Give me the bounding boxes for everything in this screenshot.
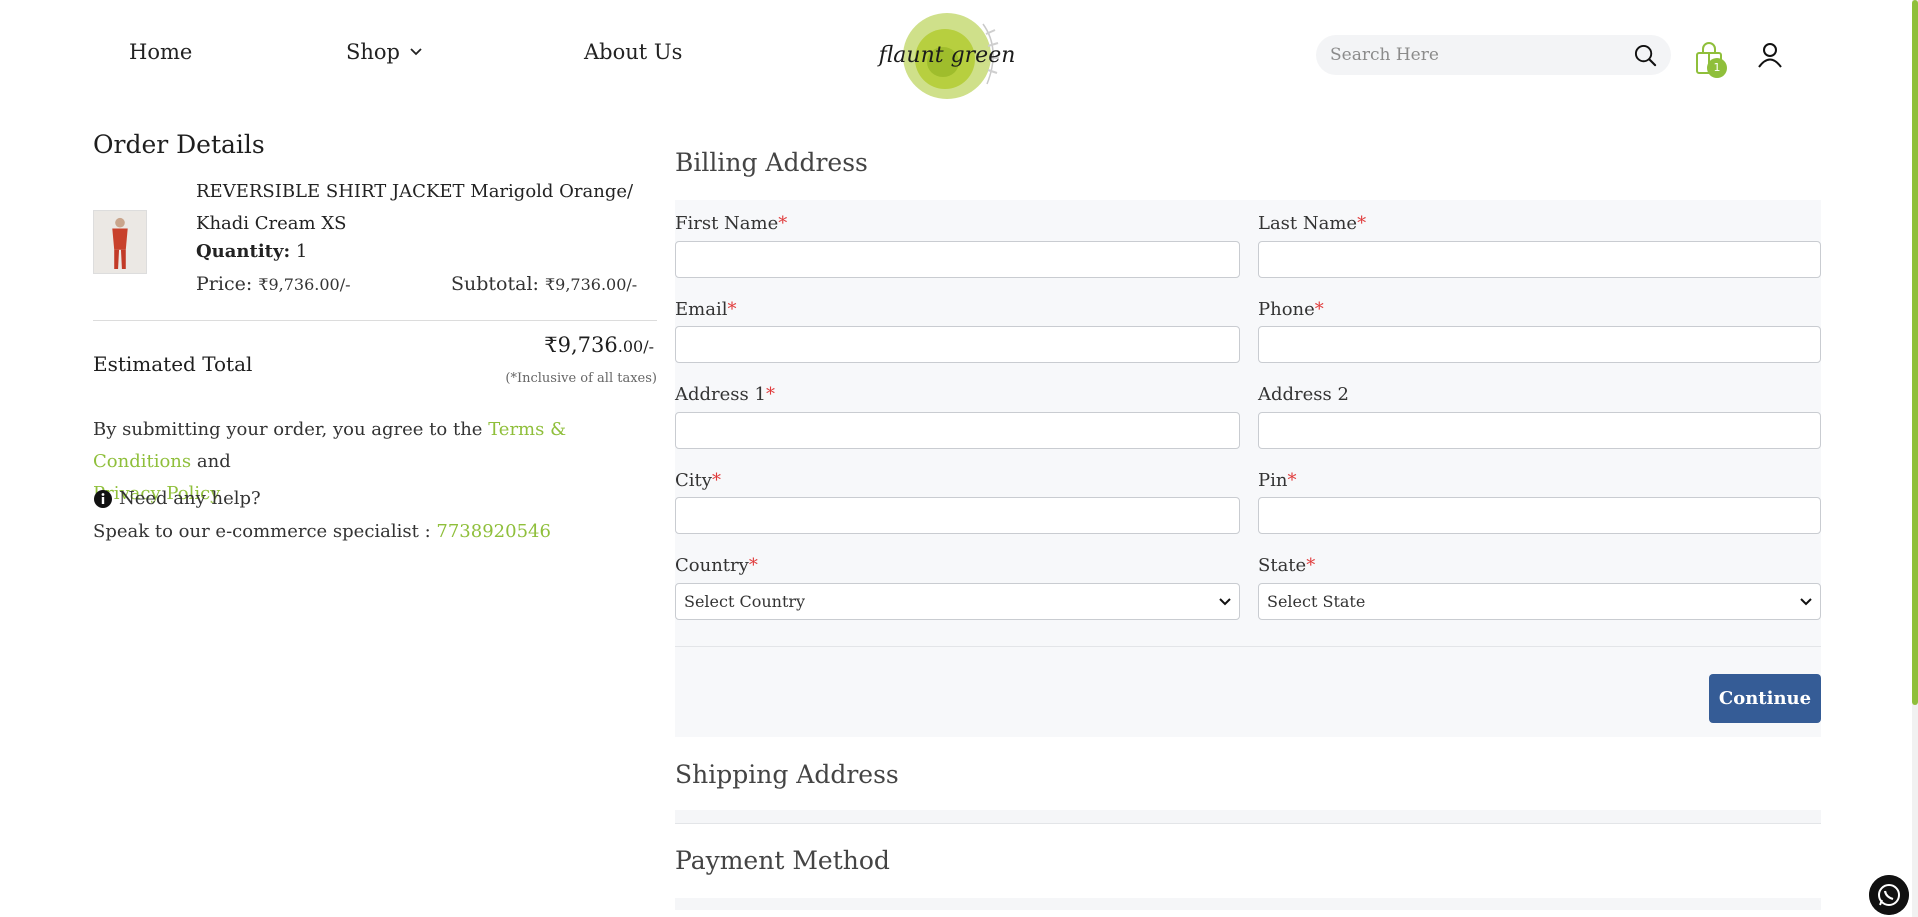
estimated-total-value: ₹9,736.00/- xyxy=(544,333,654,357)
phone-label: Phone* xyxy=(1258,299,1324,320)
nav-home-link[interactable]: Home xyxy=(129,40,192,64)
first-name-field[interactable] xyxy=(675,241,1240,278)
first-name-label: First Name* xyxy=(675,213,788,234)
state-select[interactable]: Select State xyxy=(1258,583,1821,620)
nav-shop-dropdown[interactable]: Shop xyxy=(346,40,422,64)
country-select[interactable]: Select Country xyxy=(675,583,1240,620)
scrollbar-thumb[interactable] xyxy=(1912,0,1918,705)
nav-about-link[interactable]: About Us xyxy=(584,40,682,64)
pin-label: Pin* xyxy=(1258,470,1297,491)
state-label: State* xyxy=(1258,555,1316,576)
quantity-value: 1 xyxy=(295,241,308,262)
price-label: Price: xyxy=(196,273,253,295)
specialist-text: Speak to our e-commerce specialist : xyxy=(93,521,431,542)
payment-method-title[interactable]: Payment Method xyxy=(675,846,890,875)
search-input[interactable] xyxy=(1330,35,1620,75)
subtotal-label: Subtotal: xyxy=(451,273,539,295)
phone-field[interactable] xyxy=(1258,326,1821,363)
continue-button[interactable]: Continue xyxy=(1709,674,1821,723)
help-text: Need any help? xyxy=(119,488,261,509)
form-divider xyxy=(675,646,1821,647)
product-name: REVERSIBLE SHIRT JACKET Marigold Orange/… xyxy=(196,181,634,234)
pin-field[interactable] xyxy=(1258,497,1821,534)
cart-count-badge: 1 xyxy=(1707,58,1727,78)
order-details-title: Order Details xyxy=(93,130,265,159)
email-field[interactable] xyxy=(675,326,1240,363)
state-select-value: Select State xyxy=(1267,592,1366,611)
nav-shop-label: Shop xyxy=(346,40,400,64)
logo[interactable]: flaunt green xyxy=(873,4,1021,104)
product-subtotal: Subtotal: ₹9,736.00/- xyxy=(451,273,637,295)
email-label: Email* xyxy=(675,299,737,320)
search-icon[interactable] xyxy=(1634,44,1657,67)
chevron-down-icon xyxy=(410,48,422,56)
estimated-total-decimal: .00/- xyxy=(617,337,654,356)
address2-field[interactable] xyxy=(1258,412,1821,449)
specialist-line: Speak to our e-commerce specialist : 773… xyxy=(93,521,551,542)
logo-text: flaunt green xyxy=(877,43,1016,68)
city-label: City* xyxy=(675,470,721,491)
price-value: ₹9,736.00/- xyxy=(258,275,351,294)
terms-prefix: By submitting your order, you agree to t… xyxy=(93,419,483,440)
last-name-label: Last Name* xyxy=(1258,213,1367,234)
estimated-total-main: ₹9,736 xyxy=(544,333,618,357)
whatsapp-icon[interactable] xyxy=(1869,875,1909,915)
address1-label: Address 1* xyxy=(675,384,775,405)
payment-section-panel xyxy=(675,898,1821,910)
billing-address-title[interactable]: Billing Address xyxy=(675,148,868,177)
country-select-value: Select Country xyxy=(684,592,806,611)
terms-and: and xyxy=(196,451,231,472)
subtotal-value: ₹9,736.00/- xyxy=(544,275,638,294)
estimated-total-label: Estimated Total xyxy=(93,352,253,376)
shipping-address-title[interactable]: Shipping Address xyxy=(675,760,899,789)
billing-form xyxy=(675,200,1821,737)
site-header: Home Shop About Us flaunt green 1 xyxy=(0,0,1918,110)
chevron-down-icon xyxy=(1219,597,1231,605)
city-field[interactable] xyxy=(675,497,1240,534)
address2-label: Address 2 xyxy=(1258,384,1349,405)
help-line: Need any help? xyxy=(93,488,261,509)
product-price: Price: ₹9,736.00/- xyxy=(196,273,351,295)
chevron-down-icon xyxy=(1800,597,1812,605)
order-divider xyxy=(93,320,657,321)
product-quantity: Quantity: 1 xyxy=(196,241,307,262)
user-icon[interactable] xyxy=(1757,42,1783,68)
address1-field[interactable] xyxy=(675,412,1240,449)
specialist-phone-link[interactable]: 7738920546 xyxy=(436,521,551,542)
country-label: Country* xyxy=(675,555,758,576)
search-bar xyxy=(1316,35,1671,75)
tax-note: (*Inclusive of all taxes) xyxy=(505,371,657,386)
product-thumbnail[interactable] xyxy=(93,210,147,274)
last-name-field[interactable] xyxy=(1258,241,1821,278)
shipping-section-panel xyxy=(675,810,1821,824)
info-icon xyxy=(94,489,112,508)
quantity-label: Quantity: xyxy=(196,241,291,262)
